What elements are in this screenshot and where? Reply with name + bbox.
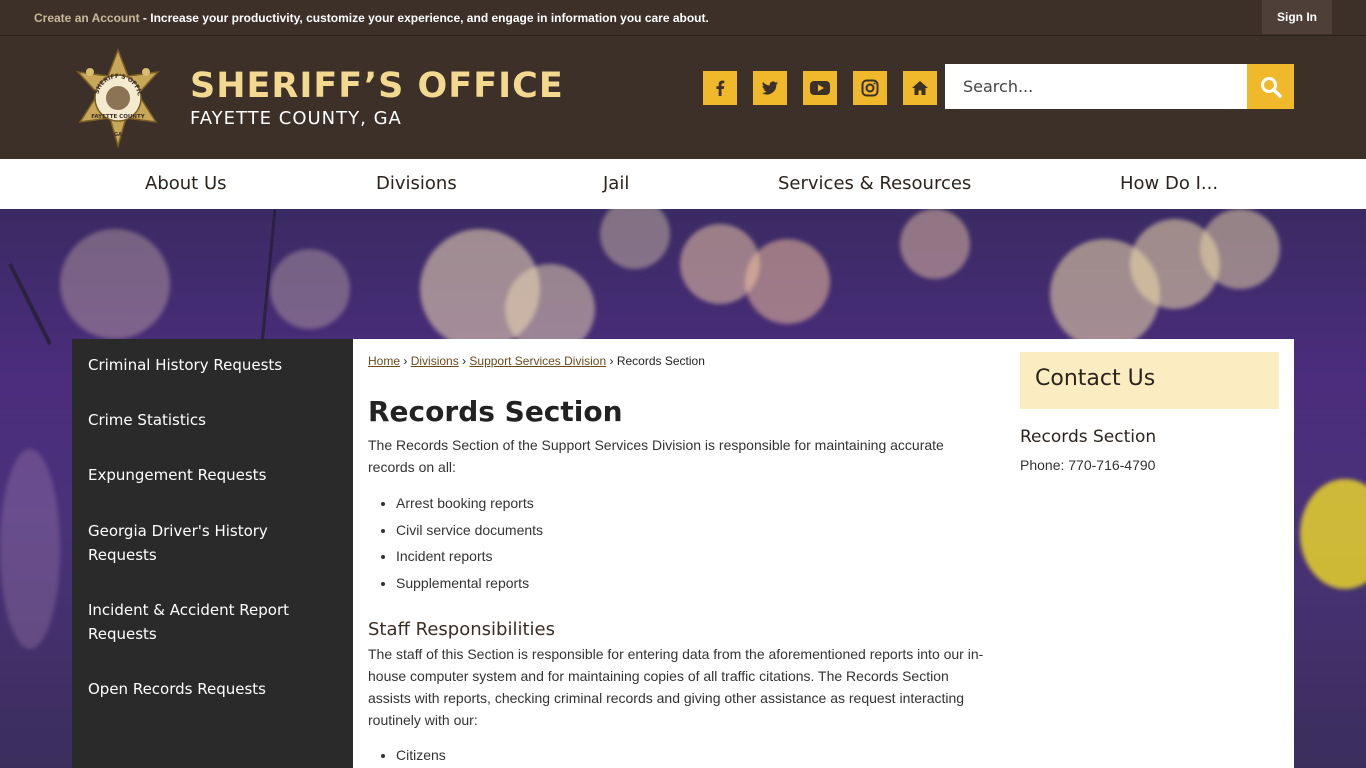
page-title: Records Section bbox=[368, 395, 623, 428]
breadcrumb-separator: › bbox=[403, 354, 408, 368]
list-item: Citizens bbox=[396, 745, 446, 768]
sidebar-menu: Criminal History Requests Crime Statisti… bbox=[72, 339, 353, 768]
sidebar-item-crime-statistics[interactable]: Crime Statistics bbox=[88, 408, 338, 432]
contact-heading: Contact Us bbox=[1035, 366, 1156, 391]
account-message: Create an Account - Increase your produc… bbox=[34, 11, 709, 25]
main-nav: About Us Divisions Jail Services & Resou… bbox=[0, 159, 1366, 209]
search-input[interactable] bbox=[945, 64, 1247, 109]
nav-jail[interactable]: Jail bbox=[603, 173, 629, 194]
contact-phone: Phone: 770-716-4790 bbox=[1020, 457, 1156, 473]
top-bar: Create an Account - Increase your produc… bbox=[0, 0, 1366, 36]
site-title[interactable]: SHERIFF’S OFFICE bbox=[190, 66, 564, 106]
sign-in-button[interactable]: Sign In bbox=[1262, 0, 1332, 34]
contact-us-box: Contact Us bbox=[1020, 352, 1279, 409]
site-subtitle: FAYETTE COUNTY, GA bbox=[190, 108, 402, 129]
main-content: Home › Divisions › Support Services Divi… bbox=[353, 339, 1294, 768]
staff-heading: Staff Responsibilities bbox=[368, 619, 555, 640]
nav-services-resources[interactable]: Services & Resources bbox=[778, 173, 971, 194]
interacting-list: Citizens bbox=[396, 745, 446, 768]
nav-how-do-i[interactable]: How Do I... bbox=[1120, 173, 1218, 194]
twitter-icon[interactable] bbox=[753, 71, 787, 105]
sidebar-item-criminal-history[interactable]: Criminal History Requests bbox=[88, 353, 338, 377]
breadcrumb-divisions[interactable]: Divisions bbox=[411, 354, 459, 368]
list-item: Supplemental reports bbox=[396, 573, 543, 600]
site-header: SHERIFF'S OFFICE FAYETTE COUNTY GA SHERI… bbox=[0, 36, 1366, 159]
contact-name: Records Section bbox=[1020, 427, 1157, 447]
records-list: Arrest booking reports Civil service doc… bbox=[396, 493, 543, 599]
staff-paragraph: The staff of this Section is responsible… bbox=[368, 646, 984, 728]
breadcrumb-support-services[interactable]: Support Services Division bbox=[469, 354, 606, 368]
nextdoor-icon[interactable] bbox=[903, 71, 937, 105]
instagram-icon[interactable] bbox=[853, 71, 887, 105]
breadcrumb-separator: › bbox=[609, 354, 614, 368]
create-account-link[interactable]: Create an Account bbox=[34, 11, 140, 25]
facebook-icon[interactable] bbox=[703, 71, 737, 105]
badge-state-text: GA bbox=[114, 132, 122, 138]
nav-divisions[interactable]: Divisions bbox=[376, 173, 457, 194]
search-icon bbox=[1260, 76, 1282, 98]
breadcrumb: Home › Divisions › Support Services Divi… bbox=[368, 354, 705, 368]
youtube-icon[interactable] bbox=[803, 71, 837, 105]
account-message-text: - Increase your productivity, customize … bbox=[139, 11, 709, 25]
breadcrumb-current: Records Section bbox=[616, 354, 705, 368]
breadcrumb-home[interactable]: Home bbox=[368, 354, 400, 368]
sidebar-item-open-records[interactable]: Open Records Requests bbox=[88, 677, 338, 701]
search-button[interactable] bbox=[1247, 64, 1294, 109]
badge-bottom-text: FAYETTE COUNTY bbox=[91, 114, 145, 120]
nav-about-us[interactable]: About Us bbox=[145, 173, 227, 194]
sidebar-item-expungement[interactable]: Expungement Requests bbox=[88, 463, 338, 487]
breadcrumb-separator: › bbox=[462, 354, 467, 368]
sidebar-item-driver-history[interactable]: Georgia Driver's History Requests bbox=[88, 519, 288, 567]
list-item: Incident reports bbox=[396, 546, 543, 573]
intro-paragraph: The Records Section of the Support Servi… bbox=[368, 437, 944, 475]
sidebar-item-incident-accident[interactable]: Incident & Accident Report Requests bbox=[88, 598, 308, 646]
list-item: Civil service documents bbox=[396, 520, 543, 547]
list-item: Arrest booking reports bbox=[396, 493, 543, 520]
sheriff-badge-logo[interactable]: SHERIFF'S OFFICE FAYETTE COUNTY GA bbox=[70, 48, 166, 148]
